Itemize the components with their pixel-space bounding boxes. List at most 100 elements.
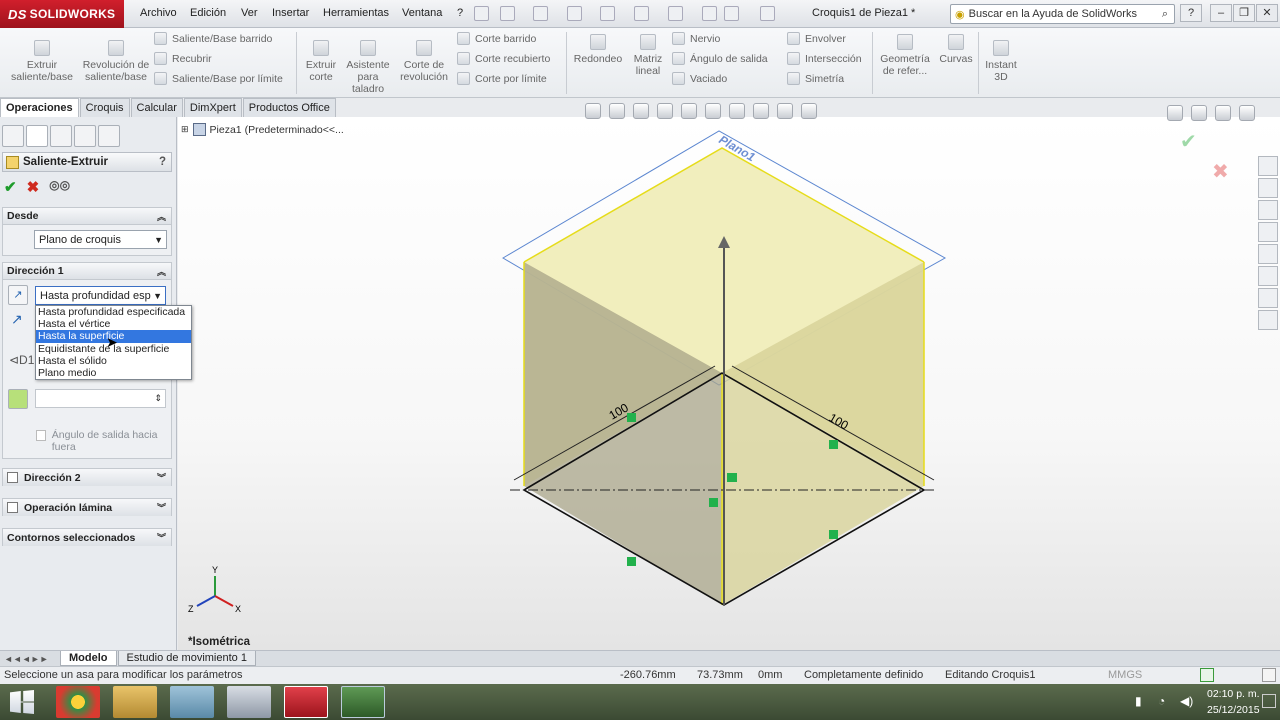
file-explorer-tab-icon[interactable] bbox=[1258, 222, 1278, 242]
thin-feature-checkbox[interactable] bbox=[7, 502, 18, 513]
confirm-corner-cancel-icon[interactable]: ✖ bbox=[1212, 161, 1229, 183]
solidworks-logo[interactable]: DS SOLIDWORKS bbox=[0, 0, 124, 28]
reference-geometry-button[interactable]: Geometría de refer... bbox=[876, 34, 934, 77]
direccion2-checkbox[interactable] bbox=[7, 472, 18, 483]
draft-button[interactable]: Ángulo de salida bbox=[672, 52, 768, 65]
custom-properties-tab-icon[interactable] bbox=[1258, 288, 1278, 308]
expand-icon[interactable]: ⊞ bbox=[181, 124, 189, 135]
unit-system[interactable]: MMGS bbox=[1108, 669, 1142, 681]
rebuild-icon[interactable] bbox=[702, 6, 717, 21]
revolve-boss-button[interactable]: Revolución de saliente/base bbox=[82, 40, 150, 83]
pin-icon[interactable] bbox=[474, 6, 489, 21]
tab-dimxpert[interactable]: DimXpert bbox=[183, 98, 242, 117]
clock-date[interactable]: 25/12/2015 bbox=[1207, 704, 1260, 716]
shell-button[interactable]: Vaciado bbox=[672, 72, 768, 85]
option-blind[interactable]: Hasta profundidad especificada bbox=[36, 306, 191, 318]
open-icon[interactable] bbox=[533, 6, 548, 21]
revolve-cut-button[interactable]: Corte de revolución bbox=[398, 40, 450, 83]
option-up-to-vertex[interactable]: Hasta el vértice bbox=[36, 318, 191, 330]
viewport-close-icon[interactable] bbox=[1239, 105, 1255, 121]
notifications-icon[interactable] bbox=[1262, 694, 1276, 708]
lofted-cut-button[interactable]: Corte recubierto bbox=[457, 52, 550, 65]
clock-time[interactable]: 02:10 p. m. bbox=[1207, 688, 1260, 700]
solidworks-taskbar-icon[interactable] bbox=[284, 686, 328, 718]
help-button[interactable]: ? bbox=[1180, 4, 1202, 22]
appearance-icon[interactable] bbox=[753, 103, 769, 119]
tab-croquis[interactable]: Croquis bbox=[79, 98, 130, 117]
instant3d-button[interactable]: Instant 3D bbox=[982, 40, 1020, 83]
select-icon[interactable] bbox=[668, 6, 683, 21]
menu-archivo[interactable]: Archivo bbox=[140, 7, 177, 19]
direction-vector-icon[interactable]: ↗ bbox=[11, 311, 23, 328]
group-thin-feature-header[interactable]: Operación lámina ︾ bbox=[3, 499, 171, 516]
display-style-icon[interactable] bbox=[705, 103, 721, 119]
home-tab-icon[interactable] bbox=[1258, 178, 1278, 198]
group-selected-contours[interactable]: Contornos seleccionados ︾ bbox=[2, 528, 172, 546]
tab-calcular[interactable]: Calcular bbox=[130, 98, 183, 117]
section-view-icon[interactable] bbox=[657, 103, 673, 119]
menu-edicion[interactable]: Edición bbox=[190, 7, 226, 19]
extrude-cut-button[interactable]: Extruir corte bbox=[300, 40, 342, 83]
option-mid-plane[interactable]: Plano medio bbox=[36, 367, 191, 379]
forum-tab-icon[interactable] bbox=[1258, 310, 1278, 330]
rib-button[interactable]: Nervio bbox=[672, 32, 768, 45]
tab-motion-study[interactable]: Estudio de movimiento 1 bbox=[117, 651, 256, 666]
customize-icon[interactable] bbox=[1262, 668, 1276, 682]
draft-angle-input[interactable]: ⇕ bbox=[35, 389, 166, 408]
detailed-preview-icon[interactable]: ◎◎ bbox=[49, 178, 70, 196]
desde-select[interactable]: Plano de croquis ▼ bbox=[34, 230, 167, 249]
configuration-manager-icon[interactable] bbox=[50, 125, 72, 147]
previous-view-icon[interactable] bbox=[633, 103, 649, 119]
feature-manager-icon[interactable] bbox=[2, 125, 24, 147]
confirm-corner-ok-icon[interactable]: ✔ bbox=[1180, 131, 1197, 153]
ok-button[interactable]: ✔ bbox=[4, 178, 17, 196]
undo-icon[interactable] bbox=[634, 6, 649, 21]
new-document-icon[interactable] bbox=[500, 6, 515, 21]
spinner-icon[interactable]: ⇕ bbox=[154, 393, 162, 404]
zoom-area-icon[interactable] bbox=[609, 103, 625, 119]
menu-herramientas[interactable]: Herramientas bbox=[323, 7, 389, 19]
view-settings-icon[interactable] bbox=[801, 103, 817, 119]
group-thin-feature[interactable]: Operación lámina ︾ bbox=[2, 498, 172, 516]
option-up-to-body[interactable]: Hasta el sólido bbox=[36, 355, 191, 367]
mirror-button[interactable]: Simetría bbox=[787, 72, 862, 85]
extrude-boss-button[interactable]: Extruir saliente/base bbox=[8, 40, 76, 83]
property-manager-icon[interactable] bbox=[26, 125, 48, 147]
expand-icon[interactable]: ︾ bbox=[157, 531, 166, 544]
display-manager-icon[interactable] bbox=[98, 125, 120, 147]
menu-help[interactable]: ? bbox=[457, 7, 463, 19]
group-direccion2[interactable]: Dirección 2 ︾ bbox=[2, 468, 172, 486]
hide-show-icon[interactable] bbox=[729, 103, 745, 119]
close-button[interactable]: ✕ bbox=[1256, 4, 1278, 22]
tab-operaciones[interactable]: Operaciones bbox=[0, 98, 79, 117]
tab-scroll-arrows[interactable]: ◄◄◄►► bbox=[0, 654, 60, 664]
collapse-icon[interactable]: ︽ bbox=[157, 265, 166, 278]
menu-insertar[interactable]: Insertar bbox=[272, 7, 309, 19]
rebuild-status-icon[interactable] bbox=[1200, 668, 1214, 682]
help-icon[interactable]: ? bbox=[159, 156, 166, 168]
view-orientation-icon[interactable] bbox=[681, 103, 697, 119]
viewport-minimize-icon[interactable] bbox=[1191, 105, 1207, 121]
print-icon[interactable] bbox=[600, 6, 615, 21]
viewport-restore-icon[interactable] bbox=[1215, 105, 1231, 121]
feature-tree-flyout[interactable]: ⊞ Pieza1 (Predeterminado<<... bbox=[181, 123, 344, 136]
view-palette-tab-icon[interactable] bbox=[1258, 244, 1278, 264]
dimxpert-manager-icon[interactable] bbox=[74, 125, 96, 147]
design-library-tab-icon[interactable] bbox=[1258, 200, 1278, 220]
expand-icon[interactable]: ︾ bbox=[157, 471, 166, 484]
wifi-icon[interactable]: ◔ bbox=[1158, 694, 1165, 708]
reverse-direction-icon[interactable]: ↗ bbox=[8, 285, 28, 305]
group-direccion1-header[interactable]: Dirección 1 ︽ bbox=[3, 263, 171, 280]
boundary-cut-button[interactable]: Corte por límite bbox=[457, 72, 550, 85]
recorder-taskbar-icon[interactable] bbox=[341, 686, 385, 718]
tab-productos-office[interactable]: Productos Office bbox=[242, 98, 336, 117]
chrome-taskbar-icon[interactable] bbox=[56, 686, 100, 718]
restore-button[interactable]: ❐ bbox=[1233, 4, 1255, 22]
draft-toggle-icon[interactable] bbox=[8, 389, 28, 409]
boundary-boss-button[interactable]: Saliente/Base por límite bbox=[154, 72, 283, 85]
loft-button[interactable]: Recubrir bbox=[154, 52, 283, 65]
search-icon[interactable]: ⌕ bbox=[1162, 8, 1168, 21]
save-icon[interactable] bbox=[567, 6, 582, 21]
calculator-taskbar-icon[interactable] bbox=[227, 686, 271, 718]
menu-ventana[interactable]: Ventana bbox=[402, 7, 442, 19]
